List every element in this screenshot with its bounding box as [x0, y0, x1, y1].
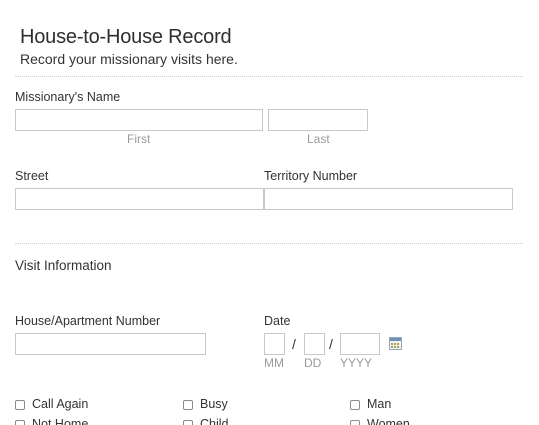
- house-number-input[interactable]: [15, 333, 206, 355]
- section-divider: [15, 243, 523, 244]
- date-separator: /: [329, 336, 333, 352]
- not-home-checkbox[interactable]: [15, 420, 25, 425]
- street-input[interactable]: [15, 188, 264, 210]
- busy-checkbox[interactable]: [183, 400, 193, 410]
- busy-label[interactable]: Busy: [200, 397, 228, 411]
- house-number-label: House/Apartment Number: [15, 314, 161, 328]
- women-checkbox[interactable]: [350, 420, 360, 425]
- calendar-icon[interactable]: [389, 337, 402, 350]
- call-again-label[interactable]: Call Again: [32, 397, 88, 411]
- territory-number-label: Territory Number: [264, 169, 358, 183]
- date-day-input[interactable]: [304, 333, 325, 355]
- man-checkbox[interactable]: [350, 400, 360, 410]
- form-subtitle: Record your missionary visits here.: [20, 51, 238, 67]
- date-separator: /: [292, 336, 296, 352]
- date-year-sublabel: YYYY: [340, 356, 373, 370]
- child-checkbox[interactable]: [183, 420, 193, 425]
- territory-number-input[interactable]: [264, 188, 513, 210]
- women-label[interactable]: Women: [367, 417, 410, 425]
- visit-information-heading: Visit Information: [15, 258, 112, 273]
- missionary-name-label: Missionary's Name: [15, 90, 121, 104]
- man-label[interactable]: Man: [367, 397, 391, 411]
- date-day-sublabel: DD: [304, 356, 322, 370]
- first-name-sublabel: First: [127, 132, 151, 146]
- form-title: House-to-House Record: [20, 26, 232, 48]
- date-label: Date: [264, 314, 291, 328]
- header-divider: [15, 76, 523, 77]
- form-page: House-to-House Record Record your missio…: [0, 0, 539, 425]
- date-month-sublabel: MM: [264, 356, 284, 370]
- street-label: Street: [15, 169, 49, 183]
- not-home-label[interactable]: Not Home: [32, 417, 88, 425]
- date-year-input[interactable]: [340, 333, 380, 355]
- last-name-input[interactable]: [268, 109, 368, 131]
- first-name-input[interactable]: [15, 109, 263, 131]
- date-month-input[interactable]: [264, 333, 285, 355]
- call-again-checkbox[interactable]: [15, 400, 25, 410]
- last-name-sublabel: Last: [307, 132, 330, 146]
- child-label[interactable]: Child: [200, 417, 229, 425]
